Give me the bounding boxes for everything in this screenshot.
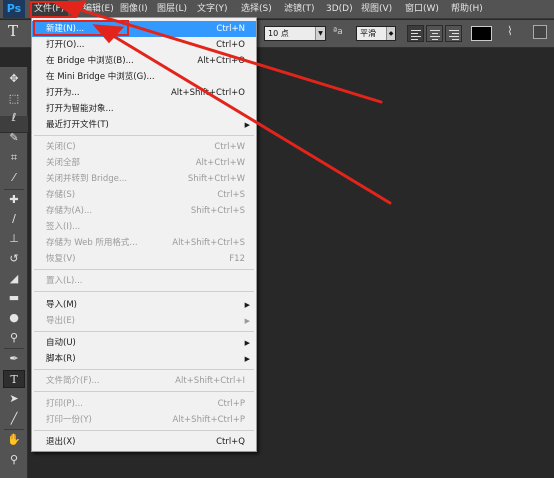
menu-separator (34, 331, 254, 332)
eraser-tool-icon[interactable]: ◢ (3, 270, 25, 288)
menu-item-check-in[interactable]: 签入(I)... (32, 219, 256, 235)
annotation-box-new-item (33, 20, 129, 36)
menu-item-close-go-bridge[interactable]: 关闭并转到 Bridge... Shift+Ctrl+W (32, 171, 256, 187)
chevron-down-icon: ◆ (386, 27, 395, 40)
line-tool-icon[interactable]: ╱ (3, 410, 25, 428)
antialias-value: 平滑 (360, 29, 376, 38)
menu-separator (34, 269, 254, 270)
menu-separator (34, 291, 254, 292)
file-menu-dropdown: 新建(N)... Ctrl+N 打开(O)... Ctrl+O 在 Bridge 中… (31, 17, 257, 452)
lasso-tool-icon[interactable]: ℓ (3, 109, 25, 127)
menu-item-save-as[interactable]: 存储为(A)... Shift+Ctrl+S (32, 203, 256, 219)
hand-tool-icon[interactable]: ✋ (3, 431, 25, 449)
menu-item-file-info[interactable]: 文件简介(F)... Alt+Shift+Ctrl+I (32, 373, 256, 389)
history-brush-tool-icon[interactable]: ↺ (3, 250, 25, 268)
menu-item-close-all[interactable]: 关闭全部 Alt+Ctrl+W (32, 155, 256, 171)
menu-item-save-for-web[interactable]: 存储为 Web 所用格式... Alt+Shift+Ctrl+S (32, 235, 256, 251)
menu-view[interactable]: 视图(V) (361, 0, 392, 19)
clone-stamp-tool-icon[interactable]: ⊥ (3, 230, 25, 248)
type-tool-icon[interactable]: T (3, 370, 25, 388)
submenu-arrow-icon: ▶ (244, 339, 250, 347)
brush-tool-icon[interactable]: ∕ (3, 210, 25, 228)
zoom-tool-icon[interactable]: ⚲ (3, 451, 25, 469)
menu-3d[interactable]: 3D(D) (326, 0, 353, 19)
quick-select-tool-icon[interactable]: ✎ (3, 129, 25, 147)
menu-window[interactable]: 窗口(W) (405, 0, 439, 19)
photoshop-logo: Ps (3, 0, 25, 18)
eyedropper-tool-icon[interactable]: ⁄ (3, 169, 25, 187)
menu-item-save[interactable]: 存储(S) Ctrl+S (32, 187, 256, 203)
submenu-arrow-icon: ▶ (244, 355, 250, 363)
menu-item-scripts[interactable]: 脚本(R) ▶ (32, 351, 256, 367)
menu-item-revert[interactable]: 恢复(V) F12 (32, 251, 256, 267)
menu-item-export[interactable]: 导出(E) ▶ (32, 313, 256, 329)
menu-separator (34, 135, 254, 136)
warp-text-icon[interactable]: ⌇ (507, 24, 513, 38)
chevron-down-icon: ▼ (315, 27, 325, 40)
text-color-swatch[interactable] (471, 26, 492, 41)
menu-item-print-one-copy[interactable]: 打印一份(Y) Alt+Shift+Ctrl+P (32, 412, 256, 428)
antialias-icon: ªa (333, 27, 343, 37)
align-center-button[interactable] (426, 25, 443, 42)
menu-item-browse-mini-bridge[interactable]: 在 Mini Bridge 中浏览(G)... (32, 69, 256, 85)
antialias-select[interactable]: 平滑 ◆ (356, 26, 396, 41)
submenu-arrow-icon: ▶ (244, 121, 250, 129)
menu-separator (34, 369, 254, 370)
menu-item-import[interactable]: 导入(M) ▶ (32, 297, 256, 313)
blur-tool-icon[interactable]: ● (3, 309, 25, 327)
menu-help[interactable]: 帮助(H) (451, 0, 483, 19)
submenu-arrow-icon: ▶ (244, 301, 250, 309)
annotation-box-file-menu (30, 1, 76, 18)
marquee-tool-icon[interactable]: ⬚ (3, 90, 25, 108)
menu-separator (34, 391, 254, 392)
menu-item-recent-files[interactable]: 最近打开文件(T) ▶ (32, 117, 256, 133)
font-size-value: 10 点 (268, 29, 289, 38)
menu-item-exit[interactable]: 退出(X) Ctrl+Q (32, 434, 256, 450)
type-tool-icon[interactable]: T (8, 22, 18, 40)
align-left-button[interactable] (407, 25, 424, 42)
menu-item-close[interactable]: 关闭(C) Ctrl+W (32, 139, 256, 155)
move-tool-icon[interactable]: ✥ (3, 70, 25, 88)
pen-tool-icon[interactable]: ✒ (3, 350, 25, 368)
submenu-arrow-icon: ▶ (244, 317, 250, 325)
dodge-tool-icon[interactable]: ⚲ (3, 329, 25, 347)
path-selection-tool-icon[interactable]: ➤ (3, 390, 25, 408)
menu-item-browse-bridge[interactable]: 在 Bridge 中浏览(B)... Alt+Ctrl+O (32, 53, 256, 69)
healing-brush-tool-icon[interactable]: ✚ (3, 191, 25, 209)
menu-item-open-smart-object[interactable]: 打开为智能对象... (32, 101, 256, 117)
menu-item-print[interactable]: 打印(P)... Ctrl+P (32, 396, 256, 412)
menu-item-open-as[interactable]: 打开为... Alt+Shift+Ctrl+O (32, 85, 256, 101)
character-panel-icon[interactable] (533, 25, 547, 39)
align-right-button[interactable] (445, 25, 462, 42)
menu-item-automate[interactable]: 自动(U) ▶ (32, 335, 256, 351)
crop-tool-icon[interactable]: ⌗ (3, 149, 25, 167)
menu-item-open[interactable]: 打开(O)... Ctrl+O (32, 37, 256, 53)
menu-separator (34, 430, 254, 431)
font-size-select[interactable]: 10 点 ▼ (264, 26, 326, 41)
menu-filter[interactable]: 滤镜(T) (284, 0, 315, 19)
menu-item-place[interactable]: 置入(L)... (32, 273, 256, 289)
gradient-tool-icon[interactable]: ▬ (3, 289, 25, 307)
